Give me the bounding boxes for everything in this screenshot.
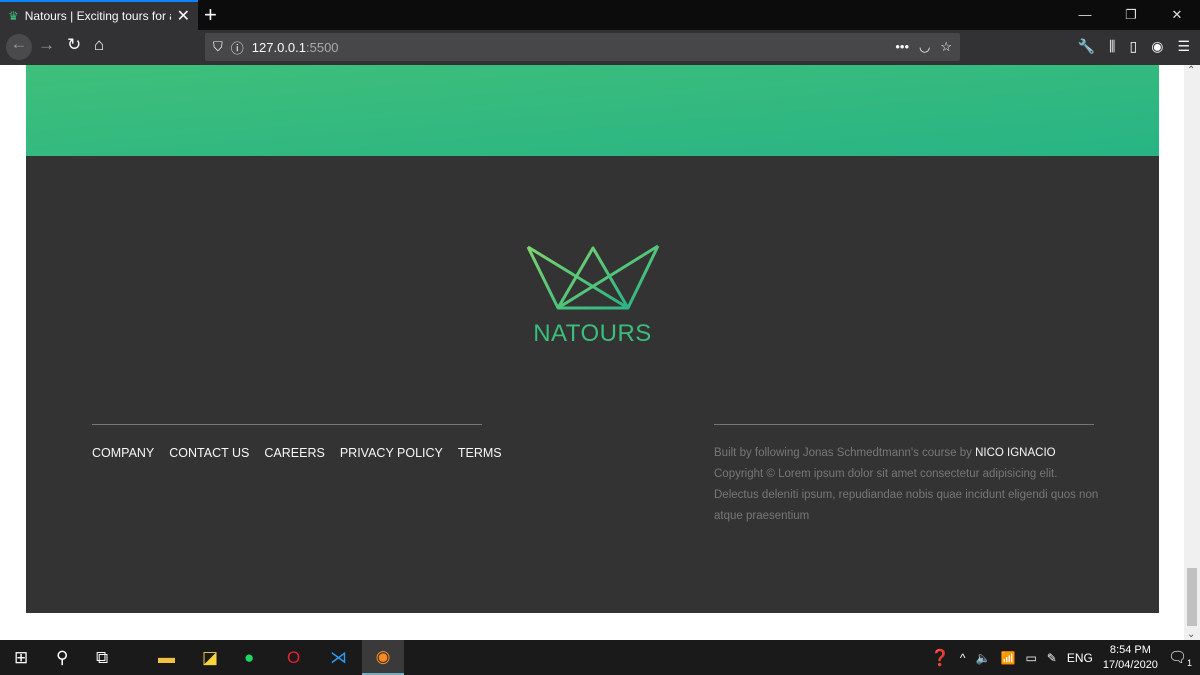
close-tab-icon[interactable]: ✕ [177, 6, 198, 26]
home-icon[interactable]: ⌂ [94, 35, 104, 55]
more-icon[interactable]: ••• [895, 39, 909, 55]
wrench-icon[interactable]: 🔧 [1078, 38, 1095, 55]
library-icon[interactable]: ⫼ [1109, 38, 1115, 55]
new-tab-icon[interactable]: + [204, 2, 217, 28]
taskbar: ⊞ ⚲ ⧉ ▬ ◪ ● O ⋊ ◉ ❓ ^ 🔈 📶 ▭ ✎ ENG 8:54 P… [0, 640, 1200, 675]
url-port: :5500 [306, 39, 339, 55]
footer-link-contact-us[interactable]: CONTACT US [169, 446, 249, 460]
minimize-icon[interactable]: — [1062, 0, 1108, 30]
page: NATOURS COMPANY CONTACT US CAREERS PRIVA… [0, 65, 1184, 640]
opera-icon[interactable]: O [287, 648, 300, 668]
file-explorer-icon[interactable]: ▬ [158, 648, 175, 668]
footer-nav: COMPANY CONTACT US CAREERS PRIVACY POLIC… [92, 446, 502, 460]
wifi-icon[interactable]: 📶 [1001, 651, 1016, 665]
scrollbar[interactable]: ⌃ ⌄ [1184, 65, 1200, 640]
menu-icon[interactable]: ☰ [1177, 38, 1190, 55]
account-icon[interactable]: ◉ [1151, 38, 1163, 55]
vscode-icon[interactable]: ⋊ [330, 648, 347, 668]
natours-logo-icon [526, 244, 660, 310]
date: 17/04/2020 [1102, 658, 1158, 671]
spotify-icon[interactable]: ● [244, 648, 254, 668]
natours-favicon-icon: ♛ [8, 9, 19, 23]
browser-tab[interactable]: ♛ Natours | Exciting tours for adv ✕ [0, 0, 198, 30]
sticky-notes-icon[interactable]: ◪ [202, 648, 218, 668]
forward-icon[interactable]: → [38, 35, 55, 55]
close-window-icon[interactable]: ✕ [1154, 0, 1200, 30]
footer-link-privacy-policy[interactable]: PRIVACY POLICY [340, 446, 443, 460]
footer-link-careers[interactable]: CAREERS [264, 446, 324, 460]
scroll-down-icon[interactable]: ⌄ [1187, 629, 1195, 640]
tab-title: Natours | Exciting tours for adv [24, 9, 171, 23]
volume-icon[interactable]: 🔈 [976, 651, 991, 665]
copyright: Copyright © Lorem ipsum dolor sit amet c… [714, 468, 1099, 522]
author-link[interactable]: NICO IGNACIO [975, 447, 1056, 459]
copyright-text: Built by following Jonas Schmedtmann's c… [714, 443, 1104, 527]
nav-bar: ← → ↻ ⌂ ⛉ ⓘ 127.0.0.1:5500 ••• ◡ ☆ 🔧 ⫼ ▯ ◉… [0, 30, 1200, 65]
brand-name: NATOURS [533, 320, 652, 347]
language-indicator[interactable]: ENG [1067, 651, 1093, 665]
tab-bar: ♛ Natours | Exciting tours for adv ✕ + —… [0, 0, 1200, 30]
battery-icon[interactable]: ▭ [1025, 651, 1036, 665]
reload-icon[interactable]: ↻ [67, 35, 81, 55]
scroll-up-icon[interactable]: ⌃ [1187, 65, 1195, 76]
info-icon[interactable]: ⓘ [231, 38, 244, 57]
divider [714, 424, 1094, 425]
windows-start-icon[interactable]: ⊞ [14, 648, 28, 668]
bookmark-star-icon[interactable]: ☆ [940, 39, 952, 55]
task-view-icon[interactable]: ⧉ [96, 648, 108, 668]
notification-count: 1 [1186, 657, 1192, 668]
chevron-up-icon[interactable]: ^ [960, 651, 966, 665]
green-section [26, 65, 1159, 156]
scrollbar-thumb[interactable] [1187, 568, 1197, 626]
credit-prefix: Built by following Jonas Schmedtmann's c… [714, 447, 976, 459]
pocket-icon[interactable]: ◡ [919, 39, 930, 55]
time: 8:54 PM [1109, 643, 1151, 656]
notification-icon[interactable]: 🗨1 [1168, 648, 1192, 668]
pen-icon[interactable]: ✎ [1047, 651, 1057, 665]
clock[interactable]: 8:54 PM 17/04/2020 [1103, 643, 1158, 673]
url-bar[interactable]: ⛉ ⓘ 127.0.0.1:5500 ••• ◡ ☆ [205, 33, 960, 61]
help-icon[interactable]: ❓ [930, 648, 950, 668]
restore-icon[interactable]: ❐ [1108, 0, 1154, 30]
footer-link-company[interactable]: COMPANY [92, 446, 154, 460]
shield-icon[interactable]: ⛉ [213, 39, 223, 55]
back-icon[interactable]: ← [6, 34, 32, 60]
firefox-icon[interactable]: ◉ [362, 640, 404, 675]
divider [92, 424, 482, 425]
url-host: 127.0.0.1 [251, 39, 306, 55]
footer-link-terms[interactable]: TERMS [458, 446, 502, 460]
footer: NATOURS COMPANY CONTACT US CAREERS PRIVA… [26, 156, 1159, 613]
sidebar-icon[interactable]: ▯ [1130, 38, 1138, 55]
search-icon[interactable]: ⚲ [56, 648, 68, 668]
